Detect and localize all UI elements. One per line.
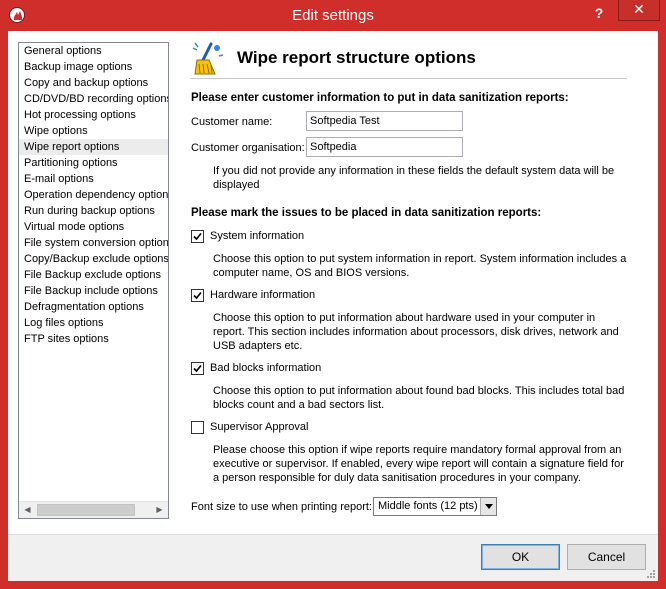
font-size-dropdown[interactable]: Middle fonts (12 pts) (373, 497, 497, 516)
sidebar-item[interactable]: File system conversion options (19, 235, 168, 251)
bad-blocks-information-label[interactable]: Bad blocks information (210, 362, 321, 374)
customer-organisation-label: Customer organisation: (191, 142, 305, 154)
checkmark-icon (193, 364, 202, 373)
supervisor-approval-checkbox[interactable] (191, 421, 204, 434)
sidebar-item[interactable]: File Backup exclude options (19, 267, 168, 283)
sidebar-item[interactable]: File Backup include options (19, 283, 168, 299)
sidebar-item[interactable]: Wipe report options (19, 139, 168, 155)
customer-section-title: Please enter customer information to put… (191, 92, 569, 104)
resize-grip-icon[interactable] (646, 569, 656, 579)
checkmark-icon (193, 232, 202, 241)
sidebar-item[interactable]: Hot processing options (19, 107, 168, 123)
edit-settings-window: Edit settings ? ✕ General options Backup … (0, 0, 666, 589)
help-button[interactable]: ? (588, 4, 610, 22)
sidebar-item[interactable]: Copy/Backup exclude options (19, 251, 168, 267)
supervisor-approval-label[interactable]: Supervisor Approval (210, 421, 308, 433)
sidebar-item[interactable]: Run during backup options (19, 203, 168, 219)
customer-name-input[interactable] (306, 111, 463, 131)
cancel-button[interactable]: Cancel (567, 544, 646, 570)
font-size-value: Middle fonts (12 pts) (378, 500, 478, 512)
issues-section-title: Please mark the issues to be placed in d… (191, 207, 542, 219)
horizontal-scrollbar[interactable]: ◀ ▶ (19, 501, 168, 518)
hardware-information-checkbox[interactable] (191, 289, 204, 302)
bad-blocks-information-checkbox[interactable] (191, 362, 204, 375)
dialog-footer (8, 534, 658, 581)
customer-info-note: If you did not provide any information i… (213, 165, 615, 191)
sidebar-item[interactable]: Log files options (19, 315, 168, 331)
header-divider (190, 78, 627, 79)
system-information-label[interactable]: System information (210, 230, 304, 242)
sidebar-item[interactable]: Operation dependency options (19, 187, 168, 203)
scroll-thumb[interactable] (37, 504, 135, 516)
checkmark-icon (193, 291, 202, 300)
sidebar-item[interactable]: Defragmentation options (19, 299, 168, 315)
close-button[interactable]: ✕ (618, 0, 660, 21)
sidebar-item[interactable]: Wipe options (19, 123, 168, 139)
customer-name-label: Customer name: (191, 116, 273, 128)
title-bar[interactable]: Edit settings ? ✕ (0, 0, 666, 31)
dialog-client: General options Backup image options Copy … (8, 31, 658, 581)
page-title: Wipe report structure options (237, 48, 476, 67)
scroll-right-icon[interactable]: ▶ (151, 502, 168, 518)
window-title: Edit settings (292, 7, 374, 24)
scroll-left-icon[interactable]: ◀ (19, 502, 36, 518)
wipe-broom-icon (189, 40, 227, 78)
hardware-information-label[interactable]: Hardware information (210, 289, 315, 301)
dropdown-arrow-icon[interactable] (480, 498, 496, 515)
system-information-description: Choose this option to put system informa… (213, 253, 627, 279)
settings-category-list[interactable]: General options Backup image options Copy … (18, 42, 169, 519)
font-size-label: Font size to use when printing report: (191, 501, 372, 513)
hardware-information-description: Choose this option to put information ab… (213, 312, 619, 352)
sidebar-item[interactable]: General options (19, 43, 168, 59)
sidebar-item[interactable]: Copy and backup options (19, 75, 168, 91)
sidebar-item[interactable]: E-mail options (19, 171, 168, 187)
sidebar-item[interactable]: Backup image options (19, 59, 168, 75)
sidebar-item[interactable]: CD/DVD/BD recording options (19, 91, 168, 107)
content-area: General options Backup image options Copy … (8, 31, 658, 534)
ok-button[interactable]: OK (481, 544, 560, 570)
bad-blocks-information-description: Choose this option to put information ab… (213, 385, 625, 411)
sidebar-item[interactable]: Virtual mode options (19, 219, 168, 235)
category-items: General options Backup image options Copy … (19, 43, 168, 347)
supervisor-approval-description: Please choose this option if wipe report… (213, 444, 624, 484)
sidebar-item[interactable]: Partitioning options (19, 155, 168, 171)
customer-organisation-input[interactable] (306, 137, 463, 157)
system-information-checkbox[interactable] (191, 230, 204, 243)
sidebar-item[interactable]: FTP sites options (19, 331, 168, 347)
